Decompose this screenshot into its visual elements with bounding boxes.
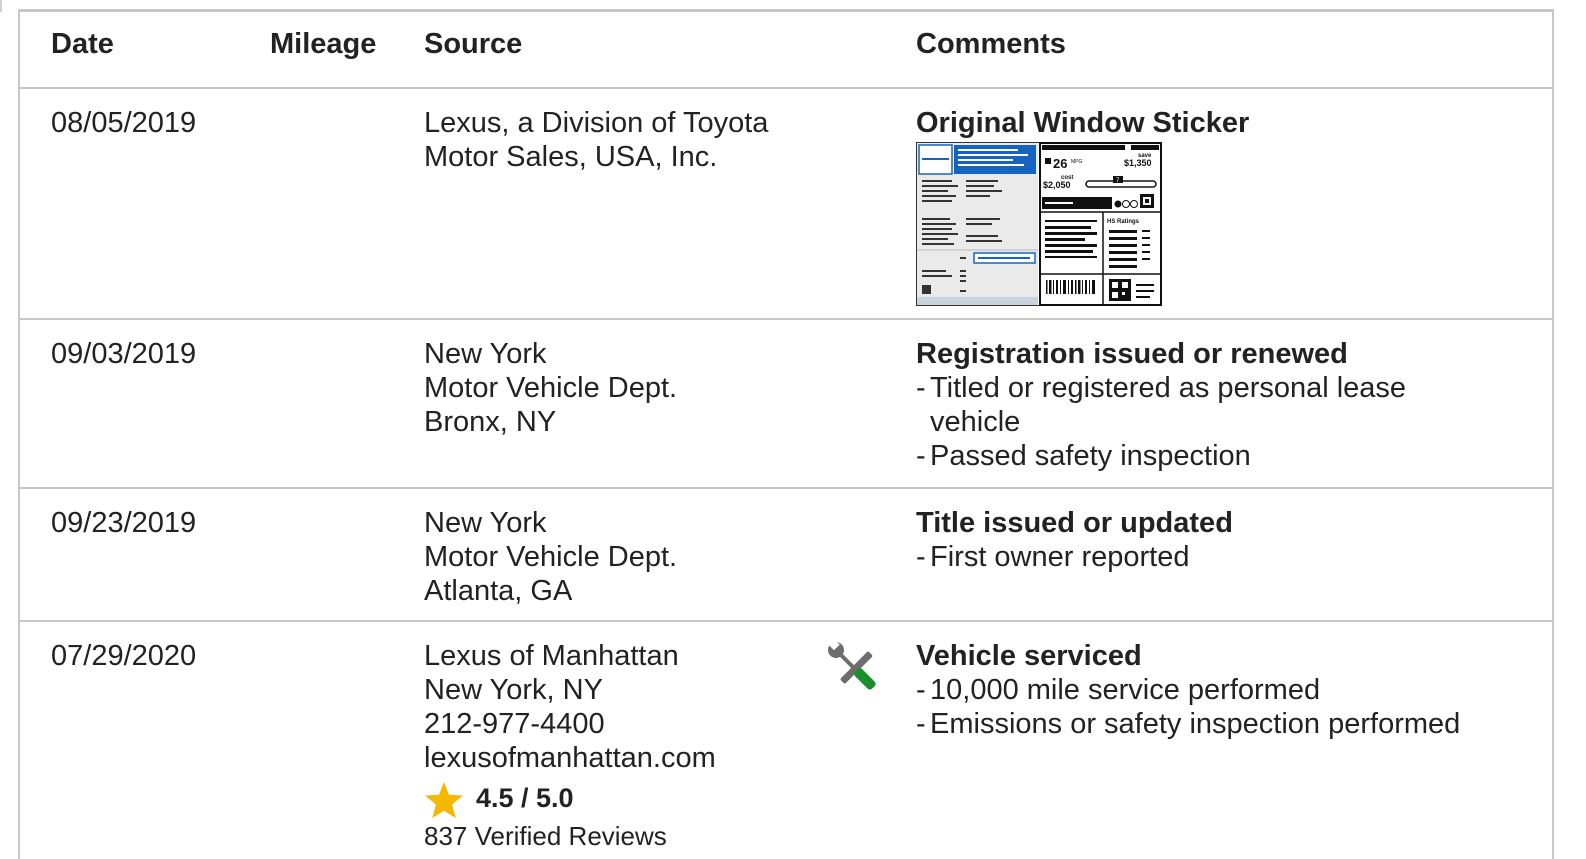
table-header: Date Mileage Source Comments [20, 12, 1552, 89]
table-row: 09/03/2019 New York Motor Vehicle Dept. … [20, 320, 1552, 489]
bullet-text: Emissions or safety inspection performed [930, 708, 1461, 740]
row-date: 09/23/2019 [51, 507, 197, 539]
sticker-mpg-unit: MPG [1071, 159, 1083, 165]
header-comments: Comments [916, 28, 1066, 60]
comment-bullet: - Emissions or safety inspection performe… [916, 708, 1461, 740]
source-website-link[interactable]: lexusofmanhattan.com [424, 741, 716, 775]
source-line: Lexus, a Division of Toyota [424, 107, 769, 139]
table-row: 09/23/2019 New York Motor Vehicle Dept. … [20, 489, 1552, 622]
comment-title: Vehicle serviced [916, 640, 1142, 672]
window-sticker-thumbnail[interactable]: 26 MPG save $1,350 cost $2,050 7 HS Rati… [916, 142, 1162, 306]
bullet-text: 10,000 mile service performed [930, 674, 1321, 706]
sticker-cost: $2,050 [1043, 180, 1071, 190]
source-line: New York [424, 338, 547, 370]
source-line: Motor Sales, USA, Inc. [424, 141, 718, 173]
comment-bullet: - Titled or registered as personal lease [916, 372, 1407, 404]
row-source: Lexus, a Division of Toyota Motor Sales,… [424, 106, 768, 174]
source-line: Lexus of Manhattan [424, 640, 679, 672]
sticker-ratings-label: HS Ratings [1107, 219, 1140, 225]
verified-reviews-link[interactable]: 837 Verified Reviews [424, 819, 716, 853]
row-comments: Original Window Sticker 26 MPG save $1,3… [916, 106, 1249, 306]
outer-divider [0, 0, 2, 12]
star-icon [425, 781, 463, 819]
sticker-save: $1,350 [1124, 158, 1152, 168]
row-source: New York Motor Vehicle Dept. Bronx, NY [424, 337, 677, 439]
header-source: Source [424, 28, 523, 60]
source-line: Motor Vehicle Dept. [424, 541, 678, 573]
header-date: Date [51, 28, 114, 60]
comment-bullet-continuation: vehicle [916, 405, 1406, 439]
source-line: New York, NY [424, 674, 603, 706]
row-date: 09/03/2019 [51, 338, 197, 370]
dealer-rating[interactable]: 4.5 / 5.0 [424, 781, 716, 819]
source-line: Motor Vehicle Dept. [424, 372, 678, 404]
comment-bullet: - First owner reported [916, 541, 1190, 573]
row-comments: Title issued or updated - First owner rep… [916, 506, 1233, 574]
vehicle-history-page: Date Mileage Source Comments 08/05/2019 … [0, 0, 1586, 859]
source-line: Bronx, NY [424, 406, 557, 438]
rating-value: 4.5 / 5.0 [476, 783, 574, 813]
header-mileage: Mileage [270, 28, 377, 60]
source-line: New York [424, 507, 547, 539]
row-source: New York Motor Vehicle Dept. Atlanta, GA [424, 506, 677, 608]
history-table: Date Mileage Source Comments 08/05/2019 … [18, 9, 1554, 859]
comment-bullet: -10,000 mile service performed [916, 674, 1321, 706]
wrench-screwdriver-icon [828, 641, 876, 690]
table-row: 07/29/2020 Lexus of Manhattan New York, … [20, 622, 1552, 859]
source-line: Atlanta, GA [424, 575, 573, 607]
source-phone[interactable]: 212-977-4400 [424, 707, 716, 741]
bullet-text: Titled or registered as personal lease [930, 372, 1407, 404]
row-comments: Registration issued or renewed - Titled o… [916, 337, 1406, 473]
sticker-mpg: 26 [1053, 156, 1067, 171]
comment-title: Title issued or updated [916, 507, 1233, 539]
row-date: 07/29/2020 [51, 640, 197, 672]
bullet-text: vehicle [930, 406, 1021, 438]
comment-bullet: - Passed safety inspection [916, 440, 1251, 472]
bullet-text: First owner reported [930, 541, 1190, 573]
row-date: 08/05/2019 [51, 107, 197, 139]
bullet-text: Passed safety inspection [930, 440, 1251, 472]
comment-title: Original Window Sticker [916, 107, 1250, 139]
table-row: 08/05/2019 Lexus, a Division of Toyota M… [20, 89, 1552, 320]
row-comments: Vehicle serviced -10,000 mile service pe… [916, 639, 1460, 741]
comment-title: Registration issued or renewed [916, 338, 1348, 370]
row-source: Lexus of Manhattan New York, NY 212-977-… [424, 639, 716, 853]
